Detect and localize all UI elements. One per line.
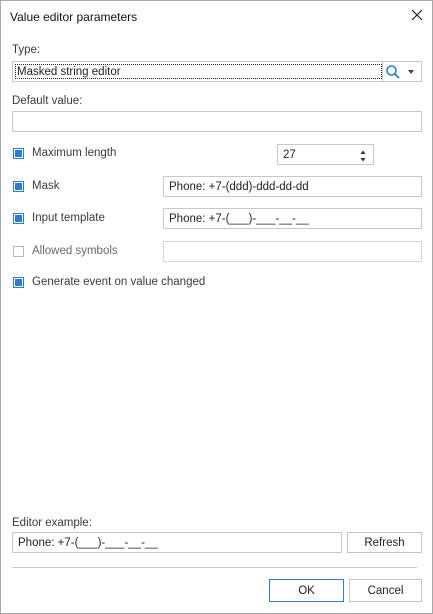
value-editor-dialog: Value editor parameters Type: Masked str… — [0, 0, 433, 614]
spin-down-button[interactable] — [356, 155, 370, 163]
search-icon — [386, 65, 400, 79]
maximum-length-spinner[interactable]: 27 — [277, 144, 374, 165]
editor-example-label: Editor example: — [12, 517, 92, 529]
mask-label: Mask — [32, 180, 60, 192]
input-template-checkbox[interactable] — [13, 213, 24, 224]
type-combobox[interactable]: Masked string editor — [12, 61, 422, 82]
mask-field[interactable]: Phone: +7-(ddd)-ddd-dd-dd — [163, 176, 422, 197]
maximum-length-checkbox[interactable] — [13, 148, 24, 159]
type-search-button[interactable] — [385, 64, 401, 80]
default-value-field[interactable] — [12, 111, 422, 132]
editor-example-field[interactable]: Phone: +7-(___)-___-__-__ — [12, 532, 342, 553]
type-dropdown-button[interactable] — [405, 67, 417, 77]
maximum-length-value: 27 — [283, 148, 296, 161]
type-value: Masked string editor — [17, 65, 121, 78]
mask-checkbox[interactable] — [13, 181, 24, 192]
generate-event-label: Generate event on value changed — [32, 276, 206, 288]
allowed-symbols-field[interactable] — [163, 241, 422, 262]
footer-separator — [12, 567, 417, 568]
close-button[interactable] — [405, 3, 429, 27]
cancel-button[interactable]: Cancel — [349, 579, 422, 602]
input-template-field[interactable]: Phone: +7-(___)-___-__-__ — [163, 208, 422, 229]
refresh-button[interactable]: Refresh — [347, 532, 422, 553]
type-divider — [382, 62, 383, 81]
input-template-label: Input template — [32, 212, 105, 224]
dialog-title: Value editor parameters — [10, 10, 138, 24]
chevron-down-icon — [408, 70, 414, 74]
ok-button[interactable]: OK — [269, 579, 344, 602]
editor-example-value: Phone: +7-(___)-___-__-__ — [18, 536, 158, 549]
spin-down-icon — [360, 158, 366, 162]
mask-value: Phone: +7-(ddd)-ddd-dd-dd — [169, 180, 309, 193]
close-icon — [411, 9, 423, 21]
allowed-symbols-checkbox[interactable] — [13, 246, 24, 257]
generate-event-checkbox[interactable] — [13, 277, 24, 288]
default-value-label: Default value: — [12, 95, 83, 107]
input-template-value: Phone: +7-(___)-___-__-__ — [169, 212, 309, 225]
spin-up-button[interactable] — [356, 147, 370, 155]
type-label: Type: — [12, 44, 41, 56]
maximum-length-label: Maximum length — [32, 147, 117, 159]
allowed-symbols-label: Allowed symbols — [32, 245, 118, 257]
